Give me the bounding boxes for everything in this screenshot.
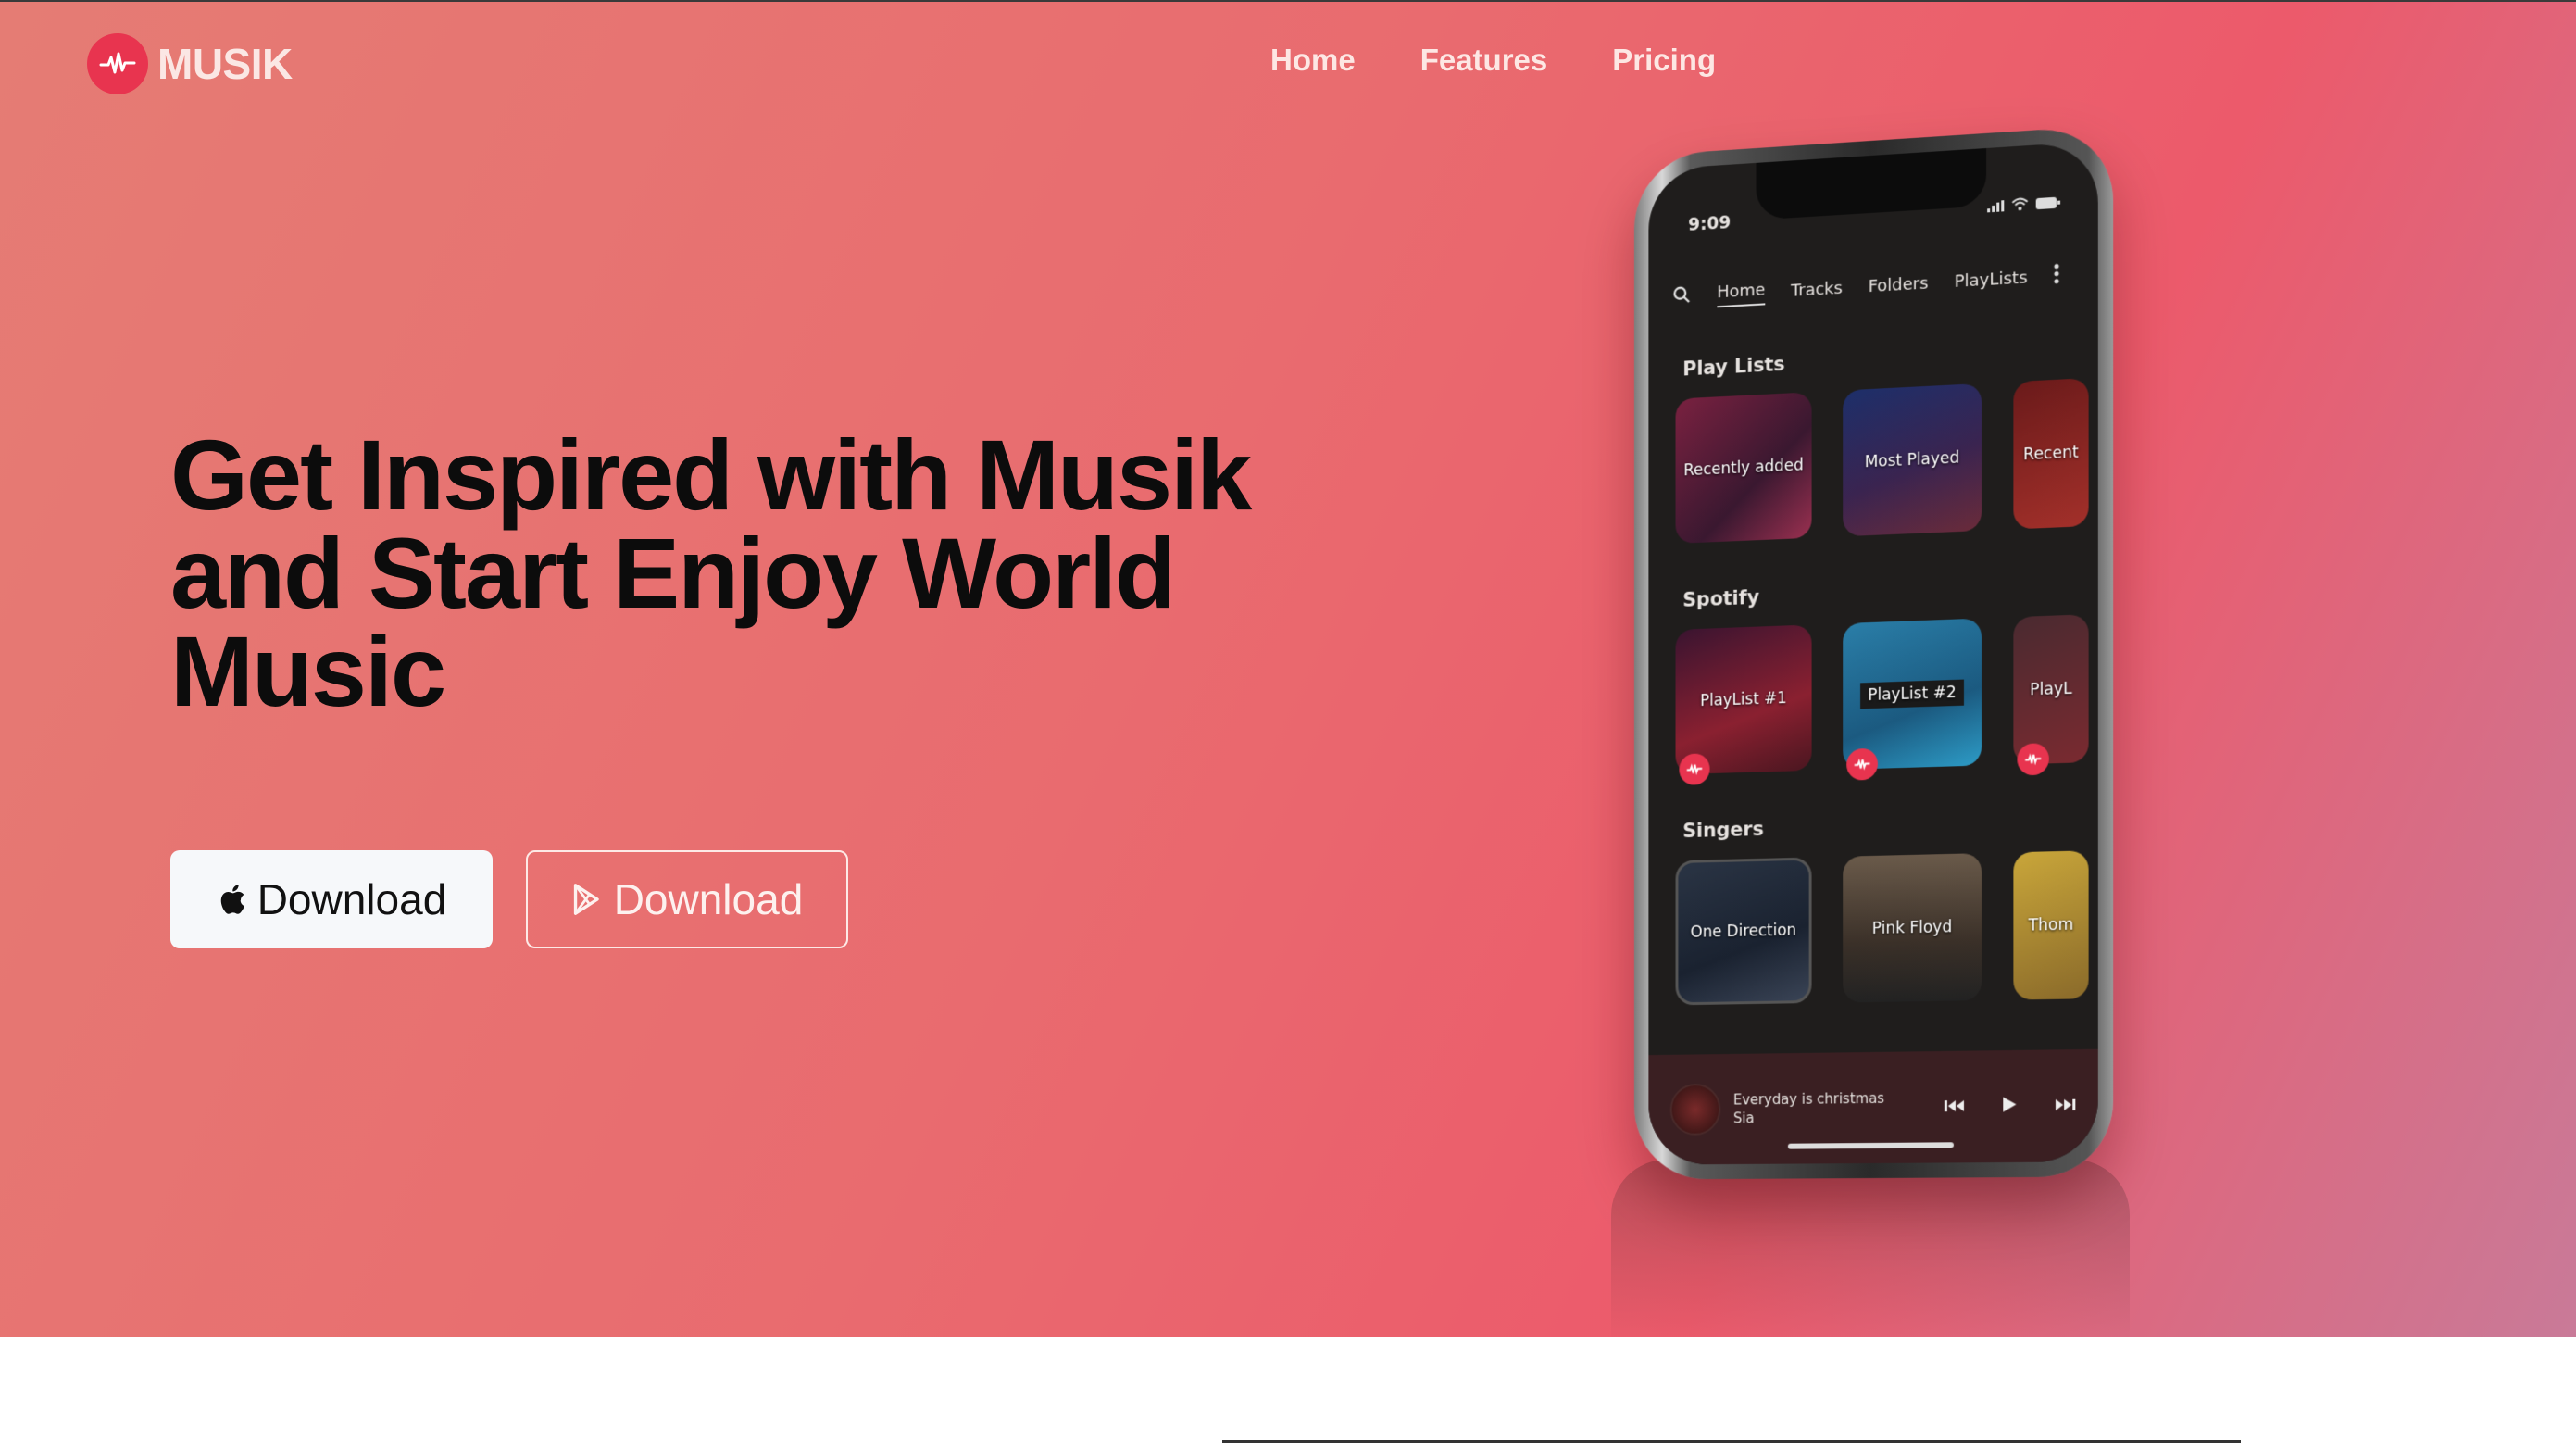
phone-tab-home[interactable]: Home [1717, 280, 1766, 308]
phone-tab-folders[interactable]: Folders [1869, 273, 1929, 296]
player-artist: Sia [1732, 1110, 1755, 1127]
hero-section: MUSIK Home Features Pricing Get Inspired… [0, 2, 2576, 1337]
player-album-art [1669, 1083, 1721, 1136]
phone-screen: 9:09 Home Tracks Folders PlayLists Play … [1648, 141, 2098, 1165]
google-play-download-label: Download [613, 875, 804, 923]
card-pink-floyd[interactable]: Pink Floyd [1843, 853, 1982, 1003]
nav-home-link[interactable]: Home [1270, 43, 1356, 78]
headline-line-1: Get Inspired with Musik [170, 419, 1252, 531]
phone-time: 9:09 [1688, 212, 1732, 235]
status-icons [1987, 192, 2061, 217]
page: MUSIK Home Features Pricing Get Inspired… [0, 0, 2576, 1443]
player-song-title: Everyday is christmas [1732, 1089, 1885, 1109]
phone-tabs: Home Tracks Folders PlayLists [1648, 261, 2097, 311]
section-title-singers: Singers [1682, 818, 1764, 843]
waveform-icon [87, 33, 148, 94]
card-recently-added[interactable]: Recently added [1675, 392, 1812, 544]
main-nav: Home Features Pricing [1270, 43, 1716, 78]
player-info: Everyday is christmas Sia [1733, 1088, 1932, 1127]
headline-line-3: Music [170, 615, 446, 727]
next-track-icon[interactable] [2055, 1095, 2076, 1117]
card-most-played[interactable]: Most Played [1843, 383, 1982, 537]
google-play-download-button[interactable]: Download [526, 850, 848, 948]
search-icon[interactable] [1672, 284, 1692, 310]
singers-cards: One Direction Pink Floyd Thom [1675, 850, 2089, 1006]
google-play-icon [571, 883, 603, 916]
waveform-badge-icon [1679, 753, 1710, 785]
previous-track-icon[interactable] [1944, 1096, 1965, 1118]
more-vertical-icon[interactable] [2054, 263, 2059, 289]
apple-icon [217, 882, 246, 917]
headline-line-2: and Start Enjoy World [170, 517, 1176, 629]
battery-icon [2035, 192, 2061, 214]
signal-icon [1987, 195, 2005, 217]
app-store-download-button[interactable]: Download [170, 850, 493, 948]
card-playlist-1[interactable]: PlayList #1 [1675, 624, 1812, 785]
waveform-badge-icon [1846, 747, 1878, 781]
card-playlist-2[interactable]: PlayList #2 [1843, 618, 1982, 781]
nav-pricing-link[interactable]: Pricing [1612, 43, 1716, 78]
playlists-cards: Recently added Most Played Recent [1675, 378, 2089, 544]
card-one-direction[interactable]: One Direction [1675, 857, 1812, 1006]
phone-frame: 9:09 Home Tracks Folders PlayLists Play … [1633, 125, 2114, 1180]
card-thom[interactable]: Thom [2013, 850, 2089, 1000]
spotify-cards: PlayList #1 PlayList #2 PlayL [1675, 614, 2089, 785]
section-title-playlists: Play Lists [1682, 352, 1785, 381]
hero-headline: Get Inspired with Musik and Start Enjoy … [170, 425, 1300, 722]
brand-link[interactable]: MUSIK [87, 33, 293, 94]
play-icon[interactable] [2002, 1095, 2017, 1117]
phone-mockup: 9:09 Home Tracks Folders PlayLists Play … [1617, 124, 2132, 1189]
card-playlist-3[interactable]: PlayL [2013, 614, 2089, 776]
phone-tab-playlists[interactable]: PlayLists [1955, 268, 2028, 292]
phone-tab-tracks[interactable]: Tracks [1791, 279, 1843, 301]
brand-name: MUSIK [157, 40, 293, 88]
nav-features-link[interactable]: Features [1420, 43, 1548, 78]
app-store-download-label: Download [256, 875, 447, 923]
card-recent[interactable]: Recent [2013, 378, 2089, 530]
player-controls [1944, 1095, 2076, 1119]
section-title-spotify: Spotify [1682, 585, 1760, 611]
wifi-icon [2011, 194, 2028, 216]
waveform-badge-icon [2017, 743, 2049, 776]
